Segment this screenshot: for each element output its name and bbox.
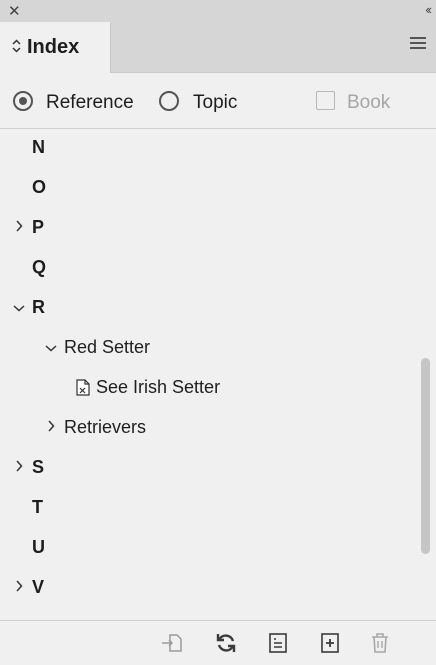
tab-label: Index: [27, 36, 80, 58]
list-item[interactable]: Retrievers: [44, 407, 146, 447]
entry-label: V: [32, 576, 45, 597]
index-mode-options: Reference Topic Book: [0, 73, 436, 129]
chevron-right-icon[interactable]: [12, 579, 26, 595]
go-to-selected-marker-icon[interactable]: [160, 631, 184, 655]
list-item[interactable]: Q: [12, 247, 46, 287]
index-entry-list: N O P Q R Red Setter See Irish Setter Re…: [0, 129, 436, 619]
reference-label: Reference: [46, 92, 134, 113]
update-preview-icon[interactable]: [214, 631, 238, 655]
close-icon[interactable]: ✕: [8, 2, 21, 20]
list-item[interactable]: R: [12, 287, 45, 327]
entry-label: Retrievers: [64, 416, 147, 437]
list-item[interactable]: O: [12, 167, 46, 207]
book-checkbox[interactable]: [316, 91, 335, 110]
entry-label: O: [32, 176, 47, 197]
entry-label: Red Setter: [64, 336, 151, 357]
topic-radio[interactable]: [159, 91, 179, 111]
entry-label: T: [32, 496, 43, 517]
entry-label: Q: [32, 256, 47, 277]
panel-title-bar: ✕ ‹‹: [0, 0, 436, 23]
generate-index-icon[interactable]: [266, 631, 290, 655]
chevron-up-down-icon: [12, 39, 21, 56]
delete-entry-icon[interactable]: [368, 631, 392, 655]
entry-label: R: [32, 296, 45, 317]
list-item[interactable]: S: [12, 447, 44, 487]
list-item[interactable]: U: [12, 527, 45, 567]
list-item[interactable]: Red Setter: [44, 327, 150, 367]
chevron-right-icon[interactable]: [12, 459, 26, 475]
panel-footer: [0, 620, 436, 665]
book-label: Book: [347, 92, 391, 113]
chevron-right-icon[interactable]: [12, 219, 26, 235]
panel-menu-icon[interactable]: [410, 37, 426, 52]
collapse-panel-icon[interactable]: ‹‹: [425, 2, 432, 17]
list-item[interactable]: N: [12, 129, 45, 167]
entry-label: S: [32, 456, 45, 477]
reference-radio[interactable]: [13, 91, 33, 111]
topic-label: Topic: [193, 92, 238, 113]
list-item[interactable]: T: [12, 487, 43, 527]
entry-label: P: [32, 216, 45, 237]
chevron-down-icon[interactable]: [44, 340, 58, 355]
tab-index[interactable]: Index: [0, 22, 111, 73]
list-item[interactable]: P: [12, 207, 44, 247]
chevron-down-icon[interactable]: [12, 300, 26, 315]
list-item[interactable]: See Irish Setter: [76, 367, 220, 407]
entry-label: See Irish Setter: [96, 376, 221, 397]
scrollbar-thumb[interactable]: [421, 358, 430, 554]
cross-reference-page-icon: [76, 378, 90, 396]
entry-label: N: [32, 136, 45, 157]
chevron-right-icon[interactable]: [44, 419, 58, 435]
create-new-index-entry-icon[interactable]: [318, 631, 342, 655]
list-item[interactable]: V: [12, 567, 44, 607]
entry-label: U: [32, 536, 45, 557]
panel-tab-bar: Index: [0, 22, 436, 73]
